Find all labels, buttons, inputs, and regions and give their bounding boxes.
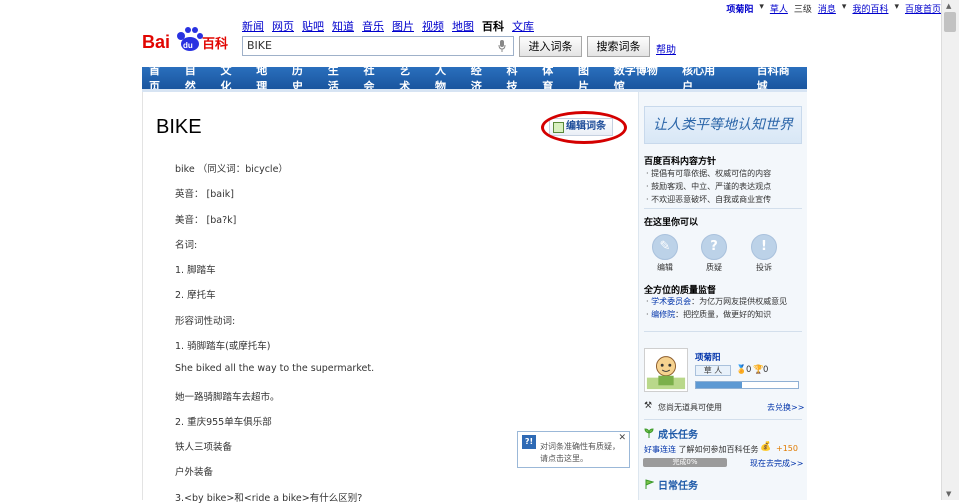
trophy-icon: 🏆 xyxy=(753,365,764,375)
policy-title: 百度百科内容方针 xyxy=(644,157,717,167)
task-progress-bar: 完成0% xyxy=(643,458,727,467)
edit-action-label[interactable]: 编辑 xyxy=(657,262,673,273)
growth-points: +150 xyxy=(776,444,798,453)
tooltip-text: 对词条准确性有质疑， 请点击这里。 xyxy=(540,442,620,463)
nav-link-video[interactable]: 视频 xyxy=(422,18,444,34)
scroll-thumb[interactable] xyxy=(944,12,956,32)
baidu-home-link[interactable]: 百度首页 xyxy=(905,2,941,15)
medal-count: 0 xyxy=(746,365,752,375)
article-line: 1. 脚踏车 xyxy=(175,265,216,276)
article-line: 2. 重庆955单车俱乐部 xyxy=(175,417,272,428)
nav-link-wenku[interactable]: 文库 xyxy=(512,18,534,34)
tool-icon: ⚒ xyxy=(644,401,653,411)
good-things-link[interactable]: 好事连连 xyxy=(644,445,676,454)
sidebar-divider xyxy=(644,208,802,209)
svg-text:du: du xyxy=(183,41,193,50)
my-baike-dropdown-icon[interactable]: ▾ xyxy=(894,2,899,15)
article-line: She biked all the way to the supermarket… xyxy=(175,363,375,374)
highlight-annotation xyxy=(541,111,627,144)
coin-icon: 💰 xyxy=(760,442,772,452)
level-label: 三级 xyxy=(793,5,812,15)
can-do-title: 在这里你可以 xyxy=(644,218,699,228)
editing-institute-link[interactable]: 编修院 xyxy=(651,310,675,319)
nav-link-zhidao[interactable]: 知道 xyxy=(332,18,354,34)
article-line: 铁人三项装备 xyxy=(175,442,233,453)
experience-fill xyxy=(696,382,742,388)
product-links: 新闻 网页 贴吧 知道 音乐 图片 视频 地图 百科 文库 xyxy=(242,18,534,34)
article-line: 户外装备 xyxy=(175,467,214,478)
article-line: 她一路骑脚踏车去超市。 xyxy=(175,392,280,403)
nav-link-music[interactable]: 音乐 xyxy=(362,18,384,34)
search-entry-button[interactable]: 搜索词条 xyxy=(587,36,650,57)
slogan-banner: 让人类平等地认知世界 xyxy=(644,106,802,144)
medal-icon: 🏅 xyxy=(736,365,747,375)
question-tooltip[interactable]: ?! 对词条准确性有质疑， 请点击这里。 ✕ xyxy=(517,431,630,468)
question-action-icon[interactable]: ? xyxy=(701,234,727,260)
svg-text:Bai: Bai xyxy=(142,32,170,52)
complaint-action-icon[interactable]: ! xyxy=(751,234,777,260)
rank-badge: 草 人 xyxy=(695,365,731,376)
article-line: bike （同义词：bicycle） xyxy=(175,164,288,175)
quality-item: · 编修院：把控质量，做更好的知识 xyxy=(646,310,772,319)
user-dropdown-icon[interactable]: ▾ xyxy=(759,2,764,15)
baidu-baike-logo[interactable]: Bai du 百科 xyxy=(142,22,234,56)
rank-link[interactable]: 草人 xyxy=(770,2,788,15)
task-progress-text: 完成0% xyxy=(672,458,698,466)
sidebar-divider xyxy=(644,419,802,420)
article-title: BIKE xyxy=(156,116,202,138)
exchange-link[interactable]: 去兑换>> xyxy=(767,402,804,413)
help-link[interactable]: 帮助 xyxy=(656,41,676,56)
my-baike-link[interactable]: 我的百科 xyxy=(852,2,888,15)
svg-text:百科: 百科 xyxy=(202,36,228,52)
question-icon: ?! xyxy=(522,435,536,449)
experience-bar xyxy=(695,381,799,389)
page-scrollbar[interactable]: ▲ ▼ xyxy=(941,0,959,500)
user-topbar: 项菊阳 ▾ 草人 三级 消息 ▾ 我的百科 ▾ 百度首页 xyxy=(726,2,941,15)
growth-task-row: 好事连连 了解如何参加百科任务 xyxy=(644,445,759,454)
nav-link-tieba[interactable]: 贴吧 xyxy=(302,18,324,34)
scroll-up-icon[interactable]: ▲ xyxy=(946,2,951,10)
quality-item: · 学术委员会：为亿万网友提供权威意见 xyxy=(646,297,788,306)
sidebar-divider xyxy=(644,331,802,332)
nav-link-images[interactable]: 图片 xyxy=(392,18,414,34)
close-icon[interactable]: ✕ xyxy=(618,433,626,443)
daily-task-title: 日常任务 xyxy=(658,481,698,492)
complaint-action-label[interactable]: 投诉 xyxy=(756,262,772,273)
tool-text: 您尚无道具可使用 xyxy=(658,403,722,412)
trophy-count: 0 xyxy=(763,365,769,375)
policy-item: · 提倡有可靠依据、权威可信的内容 xyxy=(646,169,772,178)
article-line: 2. 摩托车 xyxy=(175,290,216,301)
nav-link-news[interactable]: 新闻 xyxy=(242,18,264,34)
policy-item: · 不欢迎恶意破坏、自我或商业宣传 xyxy=(646,195,772,204)
nav-link-web[interactable]: 网页 xyxy=(272,18,294,34)
scroll-down-icon[interactable]: ▼ xyxy=(946,490,951,498)
avatar[interactable] xyxy=(644,348,688,392)
growth-task-title: 成长任务 xyxy=(658,430,698,441)
growth-task-icon xyxy=(644,428,654,438)
profile-username[interactable]: 项菊阳 xyxy=(695,351,721,363)
messages-link[interactable]: 消息 xyxy=(818,2,836,15)
question-action-label[interactable]: 质疑 xyxy=(706,262,722,273)
main-category-nav: 首页 自然 文化 地理 历史 生活 社会 艺术 人物 经济 科技 体育 图片 数… xyxy=(142,64,807,93)
nav-link-baike: 百科 xyxy=(482,20,504,33)
article-line: 美音： [ba?k] xyxy=(175,215,237,226)
daily-task-icon xyxy=(645,479,654,489)
academic-committee-link[interactable]: 学术委员会 xyxy=(651,297,691,306)
article-line: 3.<by bike>和<ride a bike>有什么区别? xyxy=(175,493,363,504)
article-line: 名词: xyxy=(175,240,198,251)
article-line: 1. 骑脚踏车(或摩托车) xyxy=(175,341,271,352)
enter-entry-button[interactable]: 进入词条 xyxy=(519,36,582,57)
quality-title: 全方位的质量监督 xyxy=(644,286,717,296)
search-input[interactable]: BIKE xyxy=(242,36,514,56)
microphone-icon[interactable] xyxy=(498,40,506,52)
policy-item: · 鼓励客观、中立、严谨的表达观点 xyxy=(646,182,772,191)
username-link[interactable]: 项菊阳 xyxy=(726,2,753,15)
article-line: 英音： [baik] xyxy=(175,189,234,200)
nav-link-map[interactable]: 地图 xyxy=(452,18,474,34)
messages-dropdown-icon[interactable]: ▾ xyxy=(842,2,847,15)
complete-now-link[interactable]: 现在去完成>> xyxy=(750,458,803,469)
edit-action-icon[interactable]: ✎ xyxy=(652,234,678,260)
article-line: 形容词性动词: xyxy=(175,316,236,327)
